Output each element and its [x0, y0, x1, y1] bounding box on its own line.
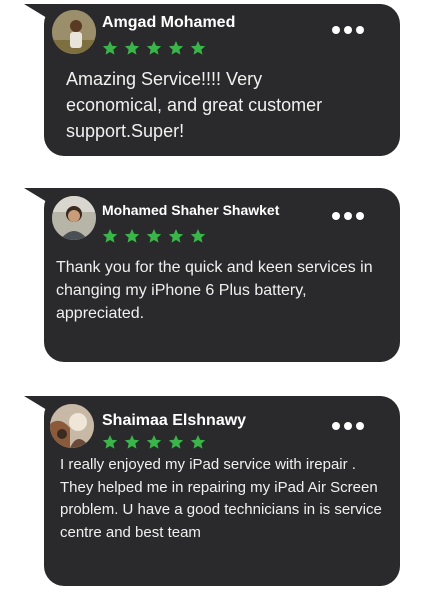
review-text: Thank you for the quick and keen service…: [56, 259, 373, 322]
star-icon: [190, 435, 206, 449]
more-dots-icon: [344, 212, 352, 220]
reviewer-name: Amgad Mohamed: [102, 14, 236, 31]
star-icon: [102, 41, 118, 55]
review-card: Amgad Mohamed Amazing Service!!!! Very e…: [24, 4, 400, 156]
reviewer-name: Shaimaa Elshnawy: [102, 412, 247, 429]
more-dots-icon: [332, 26, 340, 34]
star-icon: [146, 41, 162, 55]
avatar: [50, 404, 94, 448]
star-icon: [190, 229, 206, 243]
star-rating: [102, 228, 206, 244]
more-options-button[interactable]: [330, 418, 366, 434]
star-icon: [168, 435, 184, 449]
more-options-button[interactable]: [330, 208, 366, 224]
more-dots-icon: [332, 422, 340, 430]
more-options-button[interactable]: [330, 22, 366, 38]
star-rating: [102, 40, 206, 56]
more-dots-icon: [332, 212, 340, 220]
star-icon: [102, 435, 118, 449]
more-dots-icon: [356, 422, 364, 430]
star-rating: [102, 434, 206, 450]
star-icon: [124, 229, 140, 243]
star-icon: [168, 229, 184, 243]
more-dots-icon: [356, 26, 364, 34]
review-card: Mohamed Shaher Shawket Thank you for the…: [24, 188, 400, 362]
more-dots-icon: [344, 422, 352, 430]
reviewer-name: Mohamed Shaher Shawket: [102, 202, 280, 218]
star-icon: [124, 435, 140, 449]
more-dots-icon: [356, 212, 364, 220]
more-dots-icon: [344, 26, 352, 34]
review-text: Amazing Service!!!! Very economical, and…: [66, 69, 323, 141]
star-icon: [102, 229, 118, 243]
star-icon: [124, 41, 140, 55]
star-icon: [190, 41, 206, 55]
review-text: I really enjoyed my iPad service with ir…: [60, 456, 382, 541]
star-icon: [146, 435, 162, 449]
star-icon: [146, 229, 162, 243]
avatar: [52, 10, 96, 54]
star-icon: [168, 41, 184, 55]
avatar: [52, 196, 96, 240]
review-card: Shaimaa Elshnawy I really enjoyed my iPa…: [24, 396, 400, 586]
